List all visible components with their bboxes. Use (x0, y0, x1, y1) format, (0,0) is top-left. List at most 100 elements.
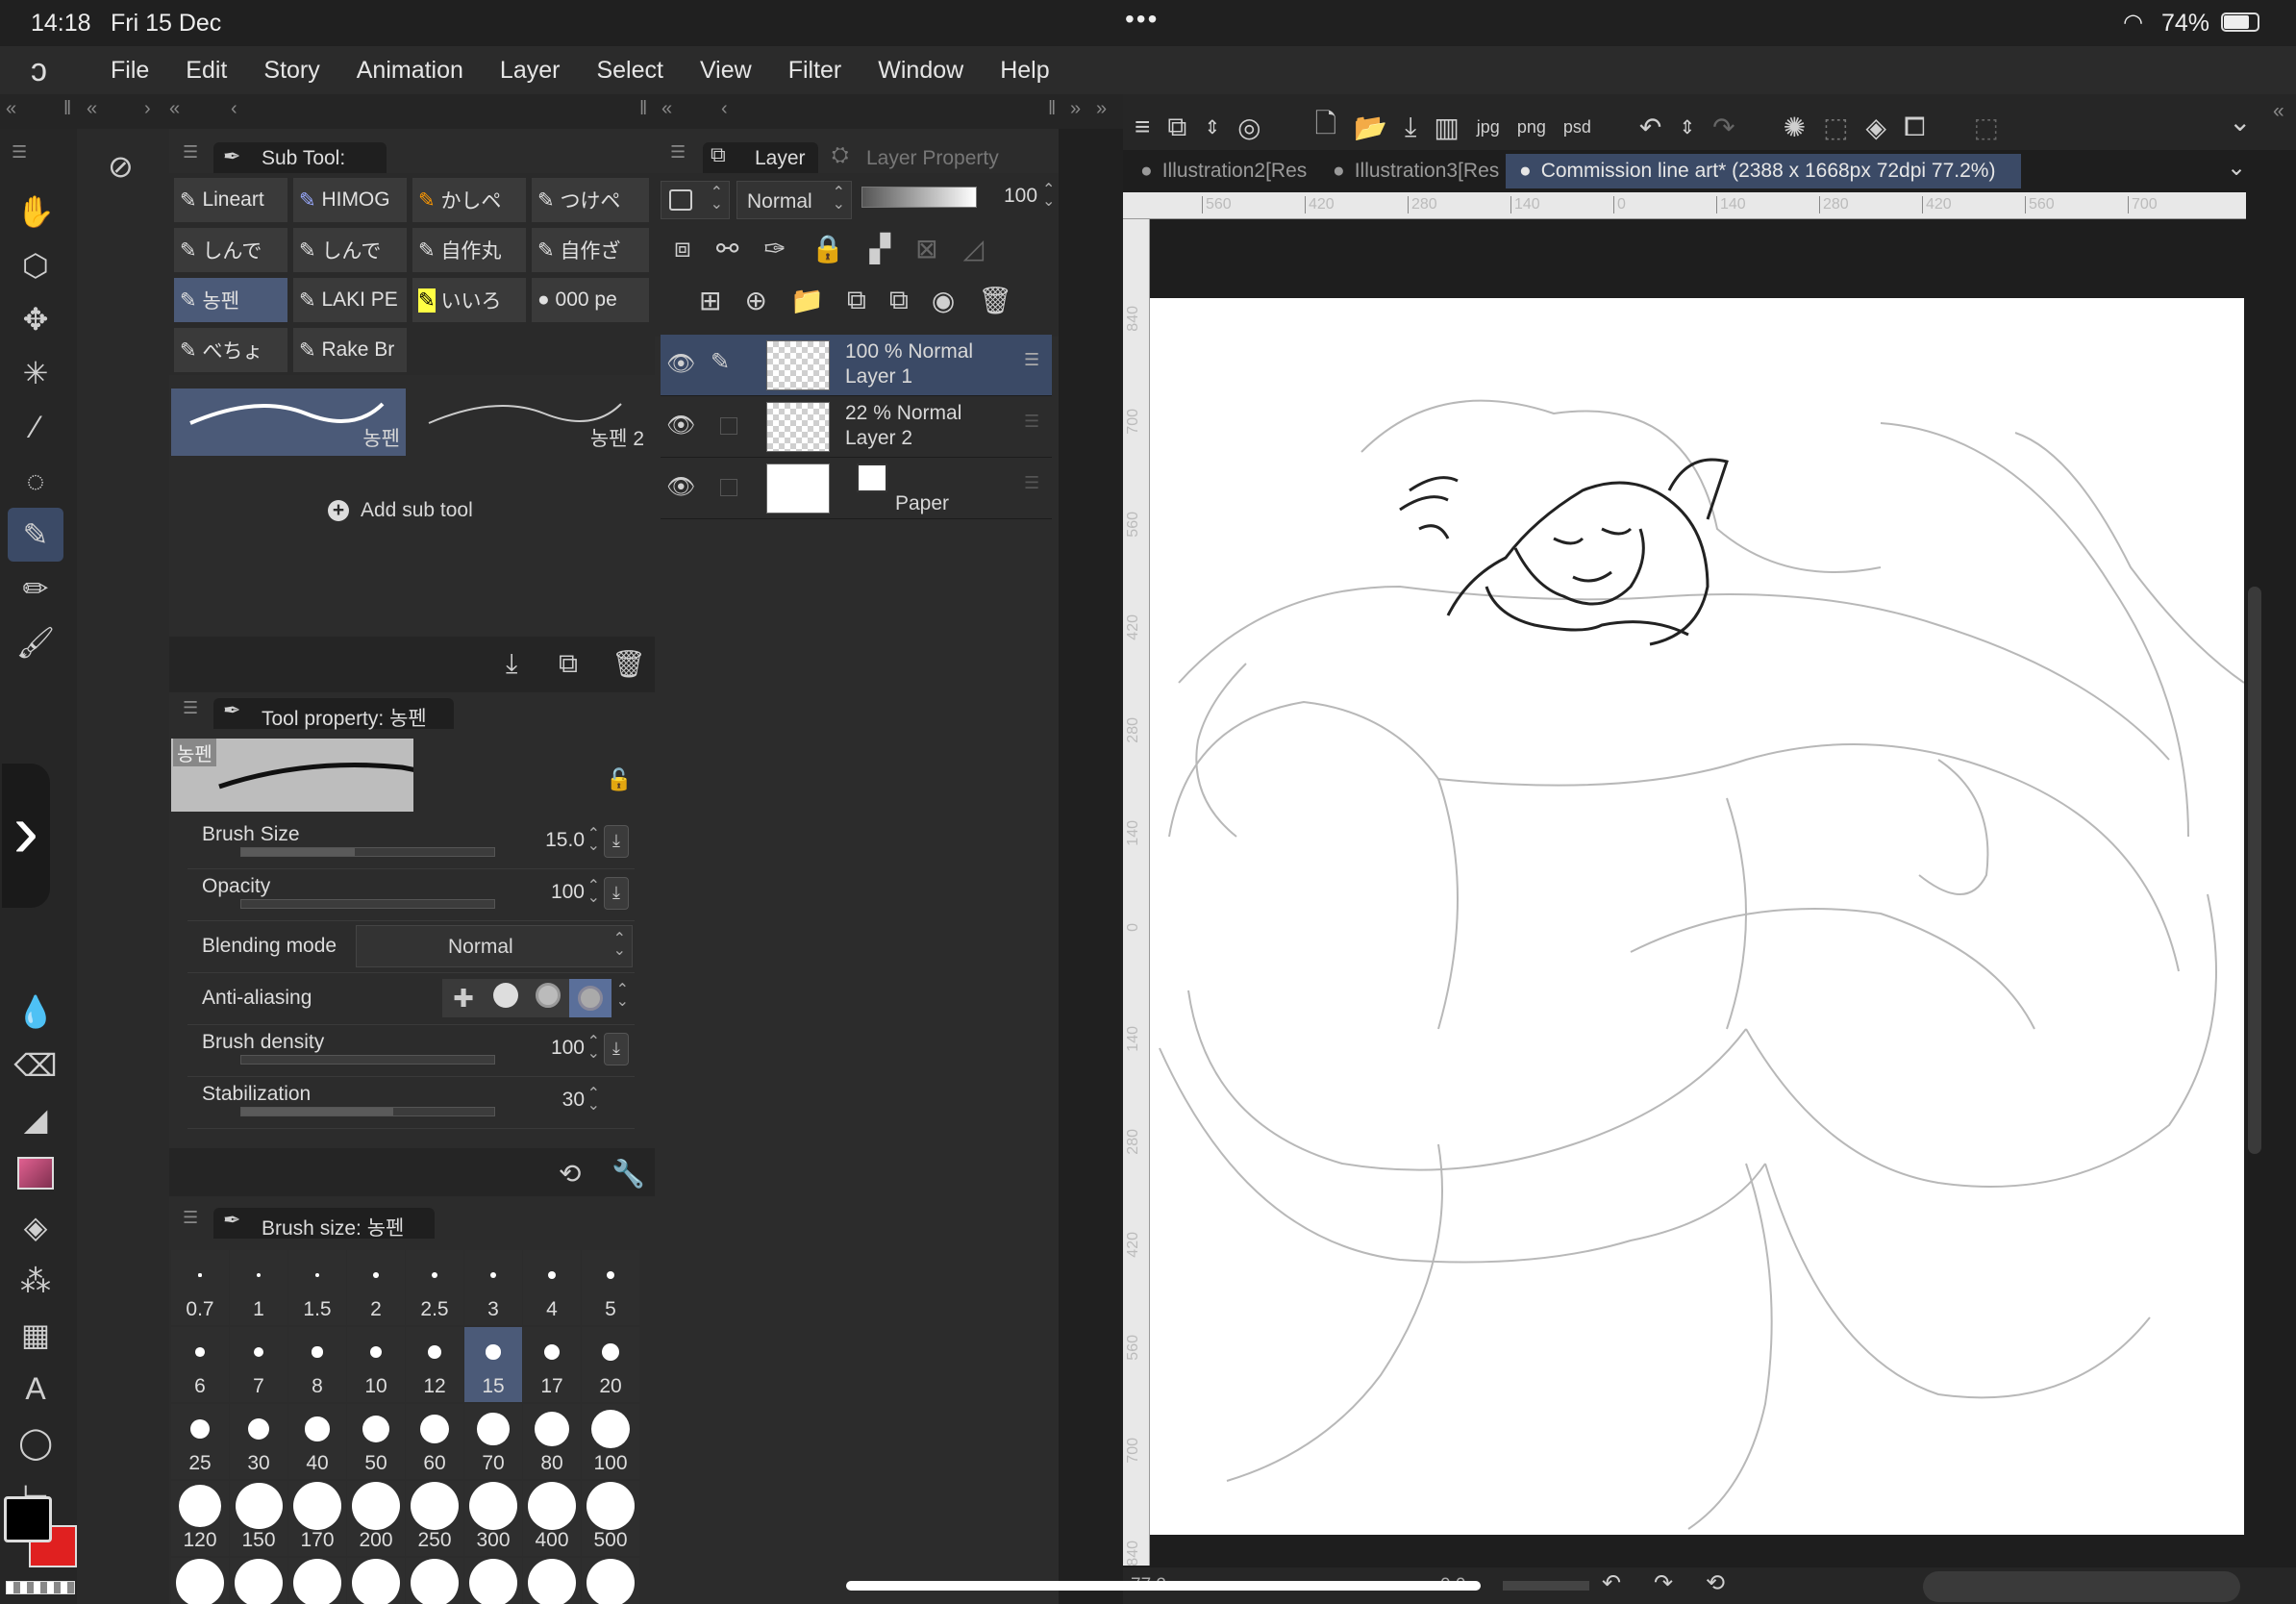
multitask-dots[interactable]: ••• (1125, 4, 1159, 35)
subtool-group-item[interactable]: ✎ べちょ (173, 327, 288, 373)
menu-story[interactable]: Story (263, 57, 319, 85)
open-icon[interactable]: 📂 (1354, 112, 1387, 143)
tool-property-tab[interactable]: ✒ Tool property: 농펜 (213, 698, 454, 730)
brush-size-cell[interactable] (171, 1558, 229, 1604)
stepper-icon[interactable]: ⌃ ⌄ (1042, 183, 1055, 210)
ruler-enable-icon[interactable]: ◿ (963, 233, 985, 264)
pencil-tool-icon[interactable]: ✏ (8, 562, 63, 615)
reset-icon[interactable]: ⟲ (559, 1158, 581, 1190)
main-color-swatch[interactable] (4, 1496, 52, 1542)
wrench-icon[interactable]: 🔧 (611, 1158, 645, 1190)
trash-icon[interactable]: 🗑 (611, 648, 646, 680)
subtool-group-item[interactable]: ✎ 농펜 (173, 277, 288, 323)
lock-icon[interactable]: 🔒 (811, 233, 845, 264)
redo-icon[interactable]: ↷ (1712, 112, 1734, 143)
expand-right-icon[interactable]: » (1096, 98, 1107, 120)
brush-size-cell[interactable] (288, 1558, 346, 1604)
brush-size-value[interactable]: 15.0 (545, 829, 585, 852)
menu-file[interactable]: File (111, 57, 149, 85)
subtool-group-item[interactable]: ✎ LAKI PE (292, 277, 408, 323)
subtool-group-item[interactable]: ✎ 自作ざ (531, 227, 650, 273)
brush-size-tab[interactable]: ✒ Brush size: 농펜 (213, 1208, 435, 1240)
brush-size-cell[interactable]: 500 (582, 1481, 639, 1556)
auto-select-tool-icon[interactable]: ✳ (8, 346, 63, 400)
trash-icon[interactable]: 🗑 (978, 285, 1012, 316)
brush-size-cell[interactable]: 15 (464, 1327, 522, 1402)
gradient-tool-icon[interactable]: ◢ (8, 1092, 63, 1146)
brush-size-cell[interactable]: 70 (464, 1404, 522, 1479)
brush-size-cell[interactable]: 250 (406, 1481, 463, 1556)
menu-animation[interactable]: Animation (357, 57, 463, 85)
opacity-value[interactable]: 100 (551, 881, 585, 904)
eraser-tool-icon[interactable]: ⌫ (8, 1039, 63, 1092)
brush-size-cell[interactable]: 25 (171, 1404, 229, 1479)
reference-layer-icon[interactable]: ⚯ (716, 233, 738, 264)
brush-size-slider[interactable] (240, 847, 495, 857)
pen-tool-icon[interactable]: ✎ (8, 508, 63, 562)
add-sub-tool-button[interactable]: + Add sub tool (328, 499, 473, 522)
brush-size-cell[interactable]: 3 (464, 1250, 522, 1325)
subtool-group-item[interactable]: ✎ つけペ (531, 177, 650, 223)
decoration-tool-icon[interactable]: ⁂ (8, 1254, 63, 1308)
brush-size-cell[interactable]: 0.7 (171, 1250, 229, 1325)
subtool-group-item[interactable]: ● 000 pe (531, 277, 650, 323)
brush-size-cell[interactable]: 4 (523, 1250, 581, 1325)
rotate-right-icon[interactable]: ↷ (1654, 1569, 1673, 1597)
stepper-icon[interactable]: ⌃ ⌄ (587, 879, 600, 906)
brush-size-cell[interactable]: 10 (347, 1327, 405, 1402)
expand-right-icon[interactable]: › (144, 98, 151, 120)
brush-size-cell[interactable] (347, 1558, 405, 1604)
psd-icon[interactable]: psd (1563, 117, 1591, 138)
blending-mode-row[interactable]: Blending mode Normal ⌃ ⌄ (187, 921, 635, 973)
stepper-icon[interactable]: ⌃ ⌄ (616, 983, 629, 1010)
fill-icon[interactable]: ◈ (1866, 112, 1887, 143)
balloon-tool-icon[interactable]: ◯ (8, 1416, 63, 1469)
anti-aliasing-row[interactable]: Anti-aliasing ✚ ⌃ ⌄ (187, 973, 635, 1025)
lock-transparent-icon[interactable]: ▞ (870, 233, 891, 264)
rotation-slider[interactable] (1503, 1581, 1589, 1591)
expand-right-icon[interactable]: » (1070, 98, 1081, 120)
object-tool-icon[interactable]: ⬡ (8, 238, 63, 292)
brush-size-cell[interactable]: 120 (171, 1481, 229, 1556)
menu-window[interactable]: Window (878, 57, 963, 85)
layer-row-layer-1[interactable]: 👁 ✎ 100 % Normal Layer 1 ☰ (661, 335, 1052, 396)
subtool-group-item[interactable]: ✎ 自作丸 (412, 227, 527, 273)
layer-checkbox[interactable] (720, 479, 737, 496)
clear-icon[interactable]: ⬚ (1823, 112, 1848, 143)
subtool-group-item[interactable]: ✎ Lineart (173, 177, 288, 223)
brush-size-cell[interactable]: 12 (406, 1327, 463, 1402)
panel-menu-icon[interactable]: ☰ (183, 698, 198, 718)
collapse-left-icon[interactable]: « (87, 98, 97, 120)
drag-handle-icon[interactable]: ☰ (1024, 350, 1039, 370)
stepper-icon[interactable]: ⌃ ⌄ (587, 827, 600, 854)
new-folder-icon[interactable]: 📁 (790, 285, 824, 316)
companion-icon[interactable]: ◎ (1237, 112, 1260, 143)
stabilization-row[interactable]: Stabilization 30 ⌃ ⌄ (187, 1077, 635, 1129)
layer-row-layer-2[interactable]: 👁 22 % Normal Layer 2 ☰ (661, 396, 1052, 458)
stepper-icon[interactable]: ⌃ ⌄ (587, 1087, 600, 1114)
eye-icon[interactable]: 👁 (666, 350, 695, 378)
tab-layer[interactable]: ⧉ Layer (703, 142, 818, 173)
quick-access-icon[interactable]: ⧉ (1167, 112, 1186, 143)
subtool-group-item[interactable]: ✎ しんで (292, 227, 408, 273)
app-logo-icon[interactable]: ↄ (31, 52, 47, 89)
tab-commission-line-art[interactable]: ● Commission line art* (2388 x 1668px 72d… (1506, 154, 2021, 188)
blend-tool-icon[interactable]: 💧 (8, 985, 63, 1039)
hand-tool-icon[interactable]: ✋ (8, 185, 63, 238)
brush-size-cell[interactable]: 400 (523, 1481, 581, 1556)
subtool-tab[interactable]: ✒ Sub Tool: Pen (213, 142, 387, 192)
brush-size-cell[interactable]: 17 (523, 1327, 581, 1402)
lock-icon[interactable]: 🔓 (606, 767, 632, 792)
stabilization-value[interactable]: 30 (562, 1089, 585, 1112)
brush-density-slider[interactable] (240, 1055, 495, 1065)
brush-size-cell[interactable]: 6 (171, 1327, 229, 1402)
splitter-icon[interactable]: ‖ (1048, 98, 1056, 120)
brush-size-cell[interactable] (523, 1558, 581, 1604)
clip-layer-icon[interactable]: ⧈ (674, 233, 691, 264)
new-file-icon[interactable]: 🗋 (1315, 104, 1337, 150)
blending-mode-select[interactable]: Normal ⌃ ⌄ (356, 925, 633, 967)
aa-weak-icon[interactable] (485, 983, 527, 1014)
merge-icon[interactable]: ⧉ (889, 285, 909, 316)
png-icon[interactable]: png (1517, 117, 1546, 138)
chevron-down-icon[interactable]: ⌄ (2227, 154, 2246, 182)
